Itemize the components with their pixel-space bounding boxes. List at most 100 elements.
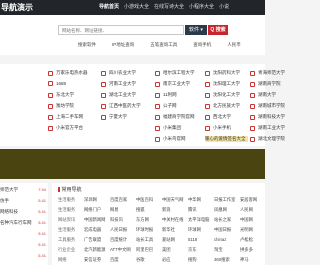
search-input[interactable] (58, 25, 184, 35)
site-link[interactable]: 凤凰网 (214, 207, 227, 213)
site-link[interactable]: 拼多多 (240, 247, 253, 253)
site-link[interactable]: 中国日报 (214, 227, 231, 233)
category-link[interactable]: 北方民族大学 (205, 103, 240, 109)
site-link[interactable]: 站长工具 (136, 237, 153, 243)
sidebar-row[interactable]: 网络科技 5.41 (0, 209, 48, 215)
site-link[interactable]: 新浪 (162, 207, 171, 213)
category-link[interactable]: 小米集团 (155, 125, 181, 131)
quick-link[interactable]: IP地址查询 (112, 42, 134, 48)
category-link[interactable]: 上海二手车网 (48, 114, 83, 120)
site-link[interactable]: 北汽新能源 (84, 247, 105, 253)
category-link[interactable]: 湖南城市学院 (250, 103, 285, 109)
category-link[interactable]: 宁夏大学 (101, 114, 127, 120)
site-link[interactable]: 新华社 (162, 227, 175, 233)
site-link[interactable]: 百度统计 (110, 237, 127, 243)
site-link[interactable]: 京东 (188, 247, 197, 253)
site-link[interactable]: 中华网 (188, 197, 201, 203)
links-row-category[interactable]: 行业企业 (58, 247, 75, 253)
category-link[interactable]: 潍坊学院 (48, 103, 74, 109)
site-link[interactable]: chinaz (214, 237, 226, 242)
category-link[interactable]: 湖北工业大学 (101, 92, 136, 98)
banner-ad[interactable] (0, 149, 265, 179)
category-link[interactable]: 万家乐电热水器 (48, 70, 88, 76)
site-link[interactable]: 5118 (188, 237, 197, 242)
category-link[interactable]: 青海师范大学 (250, 70, 285, 76)
site-link[interactable]: 360搜索 (214, 257, 230, 263)
category-link[interactable]: 沈阳药科大学 (205, 70, 240, 76)
site-link[interactable]: 淘宝 (214, 247, 223, 253)
category-link[interactable]: 小米手机 (205, 125, 231, 131)
category-link[interactable]: 1688 (48, 81, 66, 86)
sidebar-row[interactable]: 5.41 (0, 242, 48, 247)
quick-link[interactable]: 人民币 (227, 42, 241, 48)
site-link[interactable]: 必应 (162, 257, 171, 263)
sidebar-row[interactable]: 5.41 (0, 253, 48, 258)
site-link[interactable]: 太平洋电脑 (188, 217, 209, 223)
nav-poems[interactable]: 在线写诗大全 (154, 3, 184, 10)
links-row-category[interactable]: 生活服务 (58, 197, 75, 203)
search-category-select[interactable]: 软件 ▾ (185, 25, 207, 35)
site-link[interactable]: 搜狐 (136, 207, 145, 213)
quick-link[interactable]: 查询手机 (193, 42, 211, 48)
links-row-category[interactable]: 工具服务 (58, 237, 75, 243)
site-link[interactable]: 阿里巴巴 (136, 247, 153, 253)
category-link[interactable]: 江西中医药大学 (101, 103, 141, 109)
category-link[interactable]: 沈阳化工大学 (205, 92, 240, 98)
nav-home[interactable]: 导航首页 (99, 3, 119, 10)
category-link[interactable]: 小米官方平台 (48, 125, 83, 131)
site-link[interactable]: 中国天气网 (162, 197, 183, 203)
nav-games[interactable]: 小游戏大全 (124, 3, 149, 10)
category-link[interactable]: 湖南商学院 (250, 81, 281, 87)
site-link[interactable]: 光明网 (240, 227, 253, 233)
nav-miniprograms[interactable]: 小程序大全 (189, 3, 214, 10)
category-link[interactable]: 湖南科技大学 (250, 114, 285, 120)
category-link[interactable]: 东北大学 (48, 92, 74, 98)
sidebar-row[interactable]: 师范大学 7.94 (0, 187, 48, 193)
category-link[interactable]: 河南工业大学 (101, 81, 136, 87)
site-link[interactable]: 人民日报 (110, 227, 127, 233)
links-row-category[interactable]: 网络 (58, 257, 67, 263)
site-link[interactable]: ATT中文网 (110, 247, 131, 253)
site-link[interactable]: 中关村在线 (162, 217, 183, 223)
category-link[interactable]: 福建商学院官网 (155, 114, 195, 120)
category-link[interactable]: 11利网 (155, 92, 177, 98)
site-link[interactable]: 人民网 (240, 207, 253, 213)
site-link[interactable]: 百度 (110, 257, 119, 263)
site-link[interactable]: 安居客网 (240, 197, 257, 203)
site-link[interactable]: 中国新闻网 (84, 217, 105, 223)
site-link[interactable]: 环球网 (188, 227, 201, 233)
site-link[interactable]: 站长之家 (214, 217, 231, 223)
site-link[interactable]: 爱站网 (162, 237, 175, 243)
site-link[interactable]: 搜狗 (188, 257, 197, 263)
category-link[interactable]: 小米鸟官网 (155, 136, 186, 142)
site-link[interactable]: 网络门户 (84, 207, 101, 213)
links-row-category[interactable]: 网站资讯 (58, 217, 75, 223)
site-link[interactable]: 科技讯 (110, 217, 123, 223)
site-link[interactable]: 腾讯 (188, 207, 197, 213)
category-link[interactable]: 公子网 (155, 103, 177, 109)
sidebar-row[interactable]: 5.41 (0, 231, 48, 236)
links-row-category[interactable]: 生活服务 (58, 227, 75, 233)
category-link[interactable]: 西北大学 (205, 114, 231, 120)
sidebar-row[interactable]: 仿手 5.41 (0, 198, 48, 204)
site-link[interactable]: 谷歌 (136, 257, 145, 263)
site-link[interactable]: 东方网 (136, 217, 149, 223)
site-link[interactable]: 中国网 (240, 217, 253, 223)
category-link[interactable]: 哈尔滨工程大学 (155, 70, 195, 76)
site-logo[interactable]: 导航演示 (1, 2, 33, 13)
quick-link[interactable]: 搜索软件 (78, 42, 96, 48)
site-link[interactable]: 中医百科 (136, 197, 153, 203)
site-link[interactable]: 深圳网 (84, 197, 97, 203)
nav-novels[interactable]: 小说 (219, 3, 229, 10)
site-link[interactable]: 日报工作室 (214, 197, 235, 203)
links-row-category[interactable]: 生活服务 (58, 207, 75, 213)
category-link[interactable]: 沈阳理工大学 (205, 81, 240, 87)
category-link[interactable]: 湖南工业大学 (250, 125, 285, 131)
quick-link[interactable]: 五笔查询工具 (150, 42, 177, 48)
site-link[interactable]: 卢松松 (240, 237, 253, 243)
site-link[interactable]: 广告联盟 (84, 237, 101, 243)
category-link[interactable]: 湖北文理学院 (250, 136, 285, 142)
site-link[interactable]: 环球时报 (136, 227, 153, 233)
site-link[interactable]: 网易 (110, 207, 119, 213)
highlighted-link[interactable]: 暖心的爱情签名大全 (205, 136, 248, 142)
